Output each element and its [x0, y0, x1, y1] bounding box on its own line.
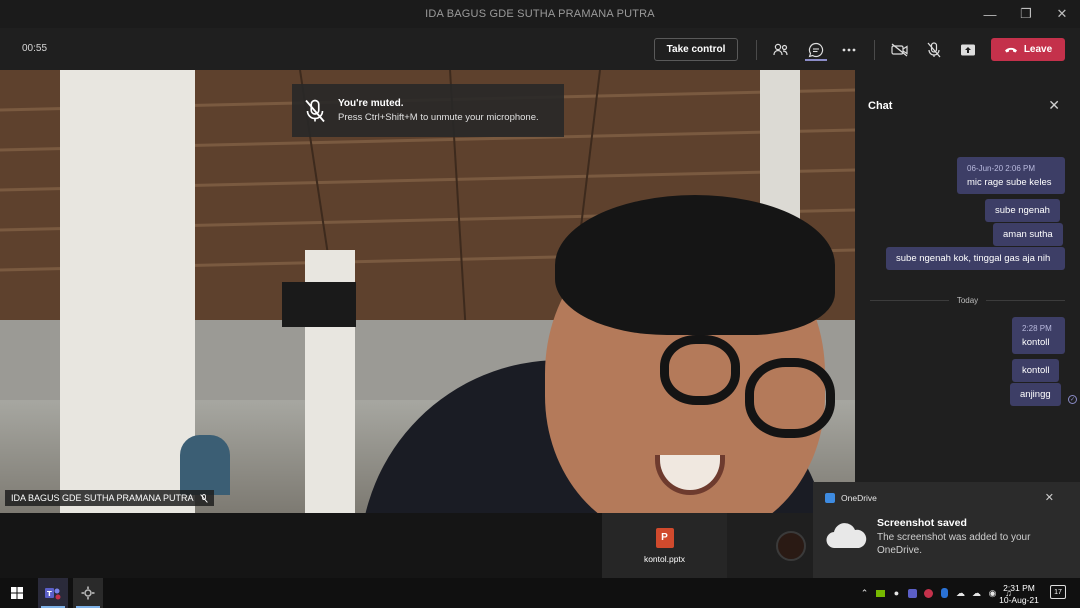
chat-message: sube ngenah kok, tinggal gas aja nih	[886, 247, 1065, 270]
message-text: sube ngenah kok, tinggal gas aja nih	[896, 253, 1051, 264]
powerpoint-icon: P	[655, 527, 674, 548]
chat-message: aman sutha	[993, 223, 1063, 246]
chat-message: kontoll	[1012, 359, 1060, 382]
shared-file-name: kontol.pptx	[643, 553, 686, 564]
pillar	[60, 70, 195, 513]
chat-message: sube ngenah	[985, 199, 1060, 222]
window-title: IDA BAGUS GDE SUTHA PRAMANA PUTRA	[425, 8, 655, 20]
app-tray-icon[interactable]	[922, 587, 935, 600]
notifications-icon[interactable]: 17	[1050, 585, 1066, 599]
restore-button[interactable]: ❐	[1008, 0, 1044, 28]
chat-icon[interactable]	[805, 39, 827, 61]
close-window-button[interactable]: ✕	[1044, 0, 1080, 28]
take-control-button[interactable]: Take control	[654, 38, 738, 61]
message-text: aman sutha	[1003, 229, 1053, 240]
message-timestamp: 2:28 PM	[1022, 324, 1052, 333]
glasses-right-lens	[745, 358, 835, 438]
hang-up-icon	[1004, 47, 1017, 53]
toolbar-divider	[756, 40, 757, 60]
meeting-timer: 00:55	[22, 43, 48, 54]
chat-message: 2:28 PM kontoll	[1012, 317, 1065, 354]
taskbar: T ⌃ ● ☁ ☁ ◉ ♫ 2:31 PM 10-Aug-21 17	[0, 578, 1080, 608]
start-windows-icon[interactable]	[2, 578, 32, 608]
participants-icon[interactable]	[770, 39, 792, 61]
microphone-off-icon[interactable]	[923, 39, 945, 61]
notification-app-name: OneDrive	[841, 493, 877, 503]
message-text: kontoll	[1022, 365, 1050, 376]
taskbar-clock[interactable]: 2:31 PM 10-Aug-21	[996, 582, 1042, 606]
avatar[interactable]	[776, 531, 806, 561]
window-title-bar: IDA BAGUS GDE SUTHA PRAMANA PUTRA — ❐ ✕	[0, 0, 1080, 28]
separator-label: Today	[956, 295, 979, 305]
onedrive-tray-icon[interactable]: ☁	[954, 587, 967, 600]
message-text: anjingg	[1020, 389, 1051, 400]
muted-body: Press Ctrl+Shift+M to unmute your microp…	[338, 112, 539, 123]
chat-message: 06-Jun-20 2:06 PM mic rage sube keles	[957, 157, 1065, 194]
participant-name: IDA BAGUS GDE SUTHA PRAMANA PUTRA	[11, 493, 194, 503]
tv-screen	[282, 282, 356, 327]
message-text: mic rage sube keles	[967, 177, 1052, 188]
system-tray: ⌃ ● ☁ ☁ ◉ ♫	[858, 578, 1015, 608]
notification-body: The screenshot was added to your OneDriv…	[877, 532, 1031, 556]
notification-header: OneDrive	[825, 493, 877, 503]
chevron-up-icon[interactable]: ⌃	[858, 587, 871, 600]
microphone-icon[interactable]: ●	[890, 587, 903, 600]
network-cloud-icon[interactable]: ☁	[970, 587, 983, 600]
meeting-toolbar: 00:55 Take control Leave	[0, 28, 1080, 70]
muted-title: You're muted.	[338, 98, 404, 109]
microphone-off-icon	[305, 99, 325, 122]
participant-name-tag: IDA BAGUS GDE SUTHA PRAMANA PUTRA	[5, 490, 214, 506]
microphone-off-icon	[199, 493, 208, 503]
date-separator: Today	[870, 294, 1066, 306]
background-person	[180, 435, 230, 495]
person-hair	[555, 195, 835, 335]
share-screen-icon[interactable]	[957, 39, 979, 61]
more-options-icon[interactable]	[838, 39, 860, 61]
bluetooth-icon[interactable]	[938, 587, 951, 600]
glasses-left-lens	[660, 335, 740, 405]
clock-time: 2:31 PM	[1003, 583, 1035, 593]
message-timestamp: 06-Jun-20 2:06 PM	[967, 164, 1036, 173]
cloud-icon	[826, 523, 867, 549]
onedrive-app-icon	[825, 493, 835, 503]
minimize-button[interactable]: —	[972, 0, 1008, 28]
read-receipt-icon: ✓	[1068, 395, 1077, 404]
window-controls: — ❐ ✕	[972, 0, 1080, 28]
leave-button[interactable]: Leave	[991, 38, 1065, 61]
chat-title: Chat	[868, 100, 893, 112]
clock-date: 10-Aug-21	[999, 595, 1039, 605]
onedrive-notification[interactable]: OneDrive ✕ Screenshot saved The screensh…	[813, 482, 1080, 578]
leave-label: Leave	[1023, 44, 1053, 55]
message-text: sube ngenah	[995, 205, 1050, 216]
muted-notification: You're muted. Press Ctrl+Shift+M to unmu…	[292, 84, 564, 137]
teams-tray-icon[interactable]	[906, 587, 919, 600]
svg-text:T: T	[47, 590, 52, 598]
camera-off-icon[interactable]	[889, 39, 911, 61]
notification-title: Screenshot saved	[877, 517, 967, 529]
message-text: kontoll	[1022, 337, 1050, 348]
close-icon[interactable]: ✕	[1048, 97, 1060, 114]
settings-gear-icon[interactable]	[73, 578, 103, 608]
nvidia-icon[interactable]	[874, 587, 887, 600]
teams-app-icon[interactable]: T	[38, 578, 68, 608]
chat-message: anjingg	[1010, 383, 1061, 406]
toolbar-divider	[874, 40, 875, 60]
chat-panel: Chat ✕ 06-Jun-20 2:06 PM mic rage sube k…	[855, 70, 1080, 513]
chat-active-indicator	[805, 59, 827, 61]
participant-video: You're muted. Press Ctrl+Shift+M to unmu…	[0, 70, 855, 513]
shared-file-tile[interactable]: P kontol.pptx	[602, 513, 727, 578]
close-icon[interactable]: ✕	[1045, 491, 1054, 504]
